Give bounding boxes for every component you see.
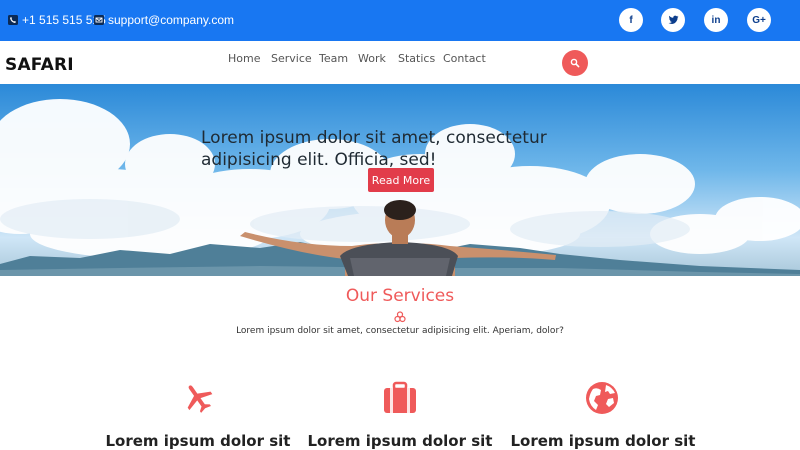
plane-icon: [187, 385, 213, 413]
linkedin-label: in: [711, 14, 721, 26]
nav-item-home[interactable]: Home: [228, 52, 260, 65]
briefcase-icon: [384, 381, 416, 413]
service-heading-3: Lorem ipsum dolor sit: [510, 432, 696, 450]
google-plus-icon[interactable]: G+: [747, 8, 771, 32]
hero-title: Lorem ipsum dolor sit amet, consectetur …: [201, 128, 547, 170]
linkedin-icon[interactable]: in: [704, 8, 728, 32]
facebook-label: f: [629, 14, 633, 26]
brand-logo[interactable]: SAFARI: [5, 55, 74, 75]
phone-contact[interactable]: +1 515 515 515: [8, 13, 106, 27]
nav-item-service[interactable]: Service: [271, 52, 312, 65]
top-contact-bar: +1 515 515 515 support@company.com f in …: [0, 0, 800, 41]
email-contact[interactable]: support@company.com: [94, 13, 234, 27]
search-button[interactable]: [562, 50, 588, 76]
nav-item-work[interactable]: Work: [358, 52, 386, 65]
service-heading-2: Lorem ipsum dolor sit: [307, 432, 493, 450]
twitter-bird-icon: [668, 15, 678, 24]
facebook-icon[interactable]: f: [619, 8, 643, 32]
services-subtitle: Lorem ipsum dolor sit amet, consectetur …: [236, 326, 564, 336]
service-heading-1: Lorem ipsum dolor sit: [105, 432, 291, 450]
phone-icon: [8, 15, 18, 25]
globe-icon: [586, 382, 618, 414]
nav-item-contact[interactable]: Contact: [443, 52, 486, 65]
nav-item-team[interactable]: Team: [319, 52, 348, 65]
envelope-icon: [94, 15, 104, 25]
twitter-icon[interactable]: [661, 8, 685, 32]
services-ornament-icon: [394, 311, 406, 323]
nav-item-statics[interactable]: Statics: [398, 52, 435, 65]
search-icon: [570, 58, 580, 68]
email-address: support@company.com: [108, 13, 235, 27]
read-more-button[interactable]: Read More: [368, 168, 434, 192]
google-plus-label: G+: [752, 14, 766, 26]
services-title: Our Services: [345, 286, 455, 306]
